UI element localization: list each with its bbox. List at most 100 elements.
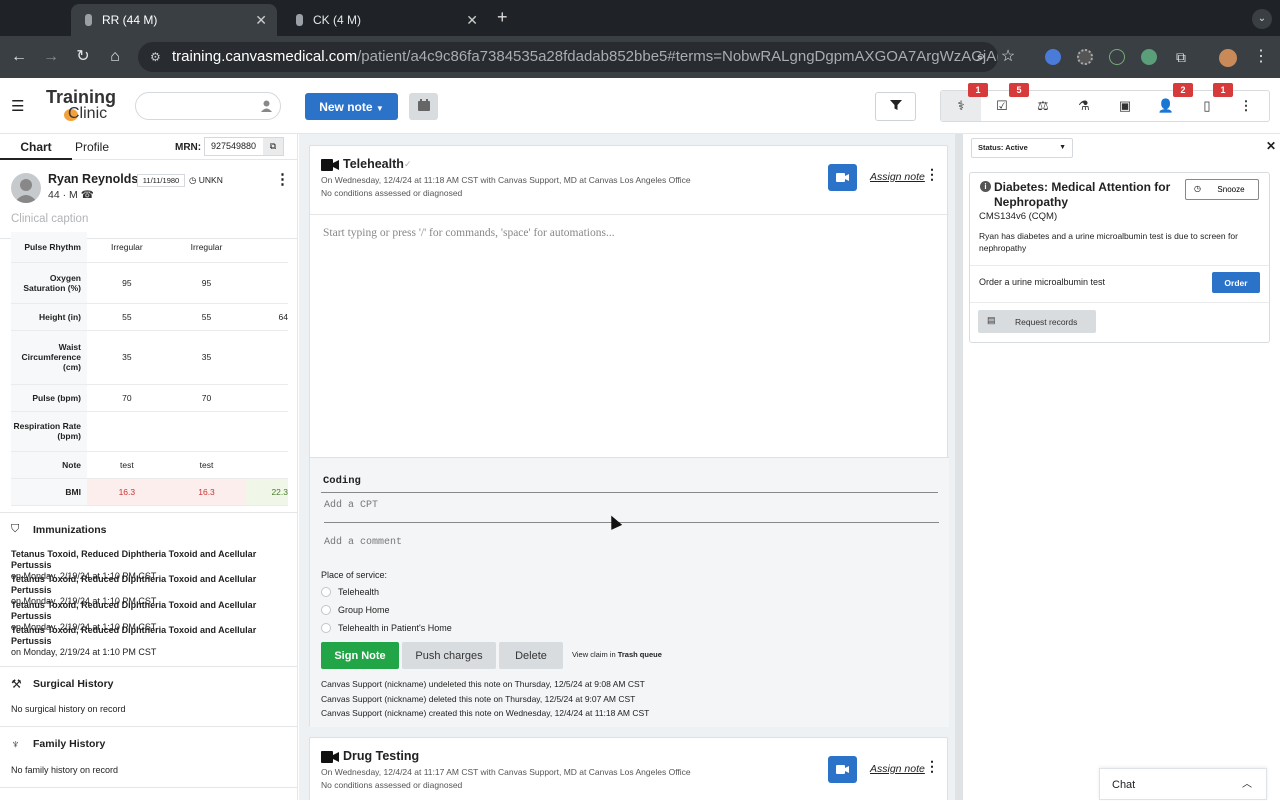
pos-radio[interactable] [321,623,331,633]
delete-button[interactable]: Delete [499,642,563,669]
chat-label: Chat [1112,779,1136,791]
site-info-icon[interactable]: ⚙ [150,42,161,72]
caret-down-icon: ▼ [375,103,384,113]
video-camera-icon [836,173,849,182]
profile-avatar[interactable] [1219,49,1237,67]
tab-search-icon[interactable]: ⌄ [1252,9,1272,29]
extension-icon[interactable] [1045,49,1061,65]
surgical-history-empty: No surgical history on record [11,704,126,714]
clinical-caption-input[interactable]: Clinical caption [11,213,88,225]
trash-queue-link[interactable]: Trash queue [618,650,662,659]
calendar-button[interactable] [409,93,438,120]
vital-value: 16.3 [166,478,247,506]
new-note-button[interactable]: New note ▼ [305,93,398,120]
patient-search-input[interactable] [135,92,281,120]
list-item[interactable]: Tetanus Toxoid, Reduced Diphtheria Toxoi… [11,625,296,658]
vital-value: 35 [87,330,167,385]
tab-profile[interactable]: Profile [75,140,109,154]
extensions-puzzle-icon[interactable]: ⧉ [1170,46,1192,68]
image-icon[interactable]: ▣ [1105,91,1145,121]
start-video-button[interactable] [828,164,857,191]
protocols-panel: Status: Active ▼ ✕ i Diabetes: Medical At… [955,134,1280,800]
tab-title: CK (4 M) [313,13,361,27]
vital-value [87,411,167,452]
vitals-table: Pulse Rhythm Irregular Irregular Oxygen … [11,232,288,506]
address-bar[interactable]: ⚙ training.canvasmedical.com/patient/a4c… [138,42,998,72]
phone-icon[interactable]: ☎ [81,189,94,201]
assign-note-link[interactable]: Assign note [870,171,925,183]
tab-close-icon[interactable]: ✕ [466,12,478,29]
immunizations-title[interactable]: Immunizations [33,524,107,536]
table-row: Note test test [11,451,288,479]
home-icon[interactable]: ⌂ [104,46,126,68]
hamburger-menu-icon[interactable]: ☰ [11,97,24,115]
note-title[interactable]: Drug Testing [343,749,419,763]
lab-flask-icon[interactable]: ⚗ [1064,91,1104,121]
pos-option-label[interactable]: Group Home [338,605,390,615]
request-records-button[interactable]: ▤ Request records [978,310,1096,333]
pos-radio[interactable] [321,605,331,615]
vital-label: BMI [11,478,87,506]
cpt-input[interactable]: Add a CPT [324,500,939,523]
patient-status: ◷ UNKN [189,175,223,185]
protocol-card: i Diabetes: Medical Attention for Nephro… [969,172,1270,343]
new-tab-icon[interactable]: + [497,7,508,28]
reload-icon[interactable]: ↻ [72,46,94,68]
browser-tab-bar: RR (44 M) ✕ CK (4 M) ✕ + ⌄ [0,0,1280,36]
note-menu-icon[interactable]: ⋮ [925,167,939,181]
snooze-button[interactable]: ◷ Snooze [1185,179,1259,200]
push-charges-button[interactable]: Push charges [402,642,496,669]
chevron-up-icon[interactable]: ︿ [1242,769,1252,801]
filter-button[interactable] [875,92,916,121]
tab-title: RR (44 M) [102,13,158,27]
sign-note-button[interactable]: Sign Note [321,642,399,669]
family-history-title[interactable]: Family History [33,738,105,750]
pos-option-label[interactable]: Telehealth [338,587,379,597]
avatar[interactable] [11,173,41,203]
tab-close-icon[interactable]: ✕ [255,12,267,29]
extension-icon[interactable] [1141,49,1157,65]
pos-radio[interactable] [321,587,331,597]
extension-icon[interactable] [1077,49,1093,65]
tab-chart[interactable]: Chart [0,140,72,160]
vital-value [166,411,247,452]
vital-value: 64 [246,303,288,331]
chat-widget[interactable]: Chat ︿ [1099,768,1267,800]
extension-icon[interactable] [1109,49,1125,65]
person-icon [261,99,272,112]
note-meta: On Wednesday, 12/4/24 at 11:17 AM CST wi… [321,767,691,777]
surgical-history-title[interactable]: Surgical History [33,678,114,690]
browser-tab-ck[interactable]: CK (4 M) ✕ [282,4,488,36]
pos-option-label[interactable]: Telehealth in Patient's Home [338,623,452,633]
copy-icon[interactable]: ⧉ [263,138,283,155]
patient-name[interactable]: Ryan Reynolds [48,172,138,186]
clinic-logo[interactable]: Training Clinic [46,88,116,122]
vital-value: 55 [166,303,247,331]
bookmark-star-icon[interactable]: ☆ [997,46,1019,68]
status-filter-select[interactable]: Status: Active ▼ [971,138,1073,158]
comment-input[interactable]: Add a comment [324,537,402,548]
order-button[interactable]: Order [1212,272,1260,293]
note-title[interactable]: Telehealth [343,157,404,171]
more-options-icon[interactable]: ⋮ [1226,91,1266,121]
vital-label: Pulse (bpm) [11,384,87,412]
mrn-label: MRN: [175,142,202,153]
vital-label: Pulse Rhythm [11,232,87,263]
right-panel-toolbar: ⚕ 1 ☑ 5 ⚖ ⚗ ▣ 👤 2 ▯ 1 ⋮ [940,83,1270,122]
forward-icon[interactable]: → [40,46,62,68]
app-header: ☰ Training Clinic New note ▼ ⚕ 1 ☑ 5 ⚖ ⚗… [0,78,1280,134]
mrn-field[interactable]: 927549880 ⧉ [204,137,284,156]
close-panel-icon[interactable]: ✕ [1266,139,1276,153]
zoom-icon[interactable]: ⌕ [970,46,992,68]
balance-scale-icon[interactable]: ⚖ [1023,91,1063,121]
browser-menu-icon[interactable]: ⋮ [1250,46,1272,68]
start-video-button[interactable] [828,756,857,783]
browser-tab-rr[interactable]: RR (44 M) ✕ [71,4,277,36]
assign-note-link[interactable]: Assign note [870,763,925,775]
vital-value: 70 [87,384,167,412]
note-editor[interactable]: Start typing or press '/' for commands, … [323,227,615,239]
note-menu-icon[interactable]: ⋮ [925,759,939,773]
immunization-name: Tetanus Toxoid, Reduced Diphtheria Toxoi… [11,600,257,621]
patient-menu-icon[interactable]: ⋮ [275,170,290,188]
back-icon[interactable]: ← [8,46,30,68]
